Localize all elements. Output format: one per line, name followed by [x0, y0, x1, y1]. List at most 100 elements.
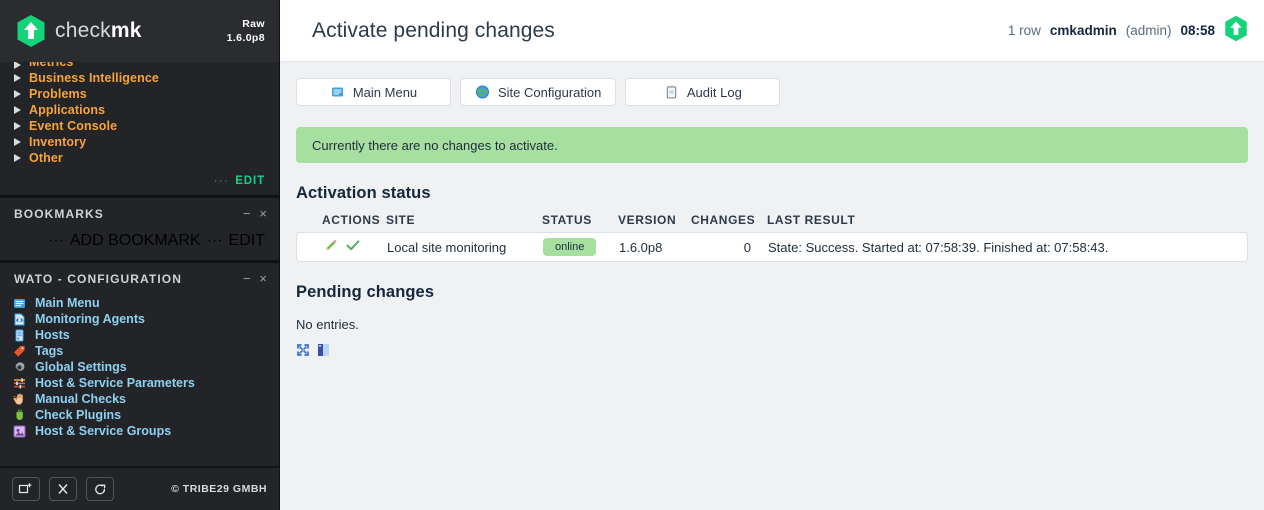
wato-item-label: Global Settings	[35, 360, 127, 374]
table-row[interactable]: Local site monitoring online 1.6.0p8 0 S…	[296, 232, 1248, 262]
row-count-label: 1 row	[1007, 23, 1041, 38]
add-box-icon	[18, 483, 32, 494]
main-area: Activate pending changes 1 row cmkadmin …	[280, 0, 1264, 510]
snapin-wato-controls: − ×	[243, 272, 267, 285]
checkmk-logo[interactable]: checkmk	[16, 14, 142, 48]
triangle-right-icon	[14, 106, 22, 114]
username-label[interactable]: cmkadmin	[1050, 23, 1117, 38]
snapin-wato: WATO - CONFIGURATION − × Main Menu Monit…	[0, 260, 279, 445]
groups-icon	[12, 424, 27, 439]
version-label: 1.6.0p8	[226, 32, 265, 44]
sidebar-item-event-console[interactable]: Event Console	[0, 118, 279, 134]
sidebar-item-label: Applications	[29, 103, 106, 117]
sidebar-item-metrics[interactable]: Metrics	[0, 62, 279, 70]
globe-icon	[475, 84, 490, 100]
tab-label: Site Configuration	[498, 84, 602, 100]
column-layout-icon[interactable]	[317, 343, 330, 362]
dots-separator: ···	[47, 232, 64, 249]
sliders-icon	[12, 376, 27, 391]
cell-version: 1.6.0p8	[619, 239, 663, 255]
wato-item-label: Main Menu	[35, 296, 100, 310]
tab-main-menu[interactable]: Main Menu	[296, 78, 451, 106]
snapin-bookmarks: BOOKMARKS − × ··· ADD BOOKMARK ··· EDIT	[0, 195, 279, 260]
cell-last-result: State: Success. Started at: 07:58:39. Fi…	[768, 239, 1109, 255]
triangle-right-icon	[14, 62, 22, 69]
wato-item-label: Monitoring Agents	[35, 312, 145, 326]
tab-site-configuration[interactable]: Site Configuration	[460, 78, 617, 106]
sidebar-header: checkmk Raw 1.6.0p8	[0, 0, 279, 62]
expand-view-icon[interactable]	[296, 343, 310, 362]
checkmk-hexagon-logo-icon[interactable]	[1224, 15, 1248, 47]
sidebar-footer: © TRIBE29 GMBH	[0, 466, 279, 510]
sidebar-item-label: Inventory	[29, 135, 87, 149]
edit-pencil-icon[interactable]	[323, 238, 338, 256]
minimize-icon[interactable]: −	[243, 272, 251, 285]
sidebar-item-host-service-parameters[interactable]: Host & Service Parameters	[0, 375, 279, 391]
gear-icon	[12, 360, 27, 375]
minimize-icon[interactable]: −	[243, 207, 251, 220]
code-file-icon	[12, 312, 27, 327]
close-snapins-button[interactable]	[49, 477, 77, 501]
sidebar-item-host-service-groups[interactable]: Host & Service Groups	[0, 423, 279, 439]
sidebar-item-inventory[interactable]: Inventory	[0, 134, 279, 150]
sidebar-item-business-intelligence[interactable]: Business Intelligence	[0, 70, 279, 86]
page-content: Main Menu Site Configuration Audit Log C…	[280, 62, 1264, 362]
logout-button[interactable]	[86, 477, 114, 501]
sidebar-item-label: Problems	[29, 87, 87, 101]
wato-item-label: Host & Service Groups	[35, 424, 172, 438]
nav-edit-row: ··· EDIT	[0, 172, 279, 195]
add-snapin-button[interactable]	[12, 477, 40, 501]
edition-label: Raw	[242, 18, 265, 30]
dots-separator: ···	[213, 175, 230, 187]
sidebar-item-global-settings[interactable]: Global Settings	[0, 359, 279, 375]
sidebar-item-problems[interactable]: Problems	[0, 86, 279, 102]
nav-list: Metrics Business Intelligence Problems A…	[0, 62, 279, 172]
sidebar-item-check-plugins[interactable]: Check Plugins	[0, 407, 279, 423]
pending-changes-empty: No entries.	[296, 317, 359, 332]
triangle-right-icon	[14, 74, 22, 82]
tab-label: Audit Log	[686, 84, 742, 100]
sidebar-item-monitoring-agents[interactable]: Monitoring Agents	[0, 311, 279, 327]
header-status-area: 1 row cmkadmin (admin) 08:58	[1008, 15, 1248, 47]
cell-changes: 0	[743, 239, 751, 255]
wato-item-label: Check Plugins	[35, 408, 122, 422]
add-bookmark-link[interactable]: ADD BOOKMARK	[70, 232, 201, 250]
triangle-right-icon	[14, 138, 22, 146]
snapin-bookmarks-title: BOOKMARKS	[14, 207, 104, 221]
app-root: checkmk Raw 1.6.0p8 Metrics Business Int…	[0, 0, 1264, 510]
snapin-wato-title: WATO - CONFIGURATION	[14, 272, 182, 286]
sidebar-item-main-menu[interactable]: Main Menu	[0, 295, 279, 311]
column-header-changes: CHANGES	[691, 213, 756, 227]
activation-status-table: ACTIONS SITE STATUS VERSION CHANGES LAST…	[296, 213, 1248, 262]
server-icon	[12, 328, 27, 343]
triangle-right-icon	[14, 154, 22, 162]
page-title: Activate pending changes	[312, 18, 555, 42]
x-icon	[58, 484, 68, 494]
nav-edit-link[interactable]: EDIT	[235, 175, 265, 187]
checkmk-wordmark: checkmk	[55, 19, 142, 43]
hand-icon	[12, 392, 27, 407]
wato-item-label: Manual Checks	[35, 392, 127, 406]
bookmarks-edit-link[interactable]: EDIT	[229, 232, 265, 250]
bookmarks-actions: ··· ADD BOOKMARK ··· EDIT	[0, 228, 279, 260]
version-info: Raw 1.6.0p8	[227, 17, 265, 45]
triangle-right-icon	[14, 90, 22, 98]
sidebar-item-applications[interactable]: Applications	[0, 102, 279, 118]
close-icon[interactable]: ×	[259, 272, 267, 285]
tab-audit-log[interactable]: Audit Log	[625, 78, 781, 106]
snapin-bookmarks-controls: − ×	[243, 207, 267, 220]
sidebar-item-tags[interactable]: Tags	[0, 343, 279, 359]
column-header-actions: ACTIONS	[322, 213, 381, 227]
wato-item-label: Hosts	[35, 328, 70, 342]
sidebar-item-other[interactable]: Other	[0, 150, 279, 166]
sidebar-item-label: Other	[29, 151, 63, 165]
sidebar-item-hosts[interactable]: Hosts	[0, 327, 279, 343]
sidebar-item-manual-checks[interactable]: Manual Checks	[0, 391, 279, 407]
close-icon[interactable]: ×	[259, 207, 267, 220]
logo-text-mk: mk	[110, 19, 142, 42]
cell-site: Local site monitoring	[387, 239, 507, 255]
tab-label: Main Menu	[352, 84, 418, 100]
check-icon[interactable]	[345, 238, 361, 256]
tab-bar: Main Menu Site Configuration Audit Log	[296, 78, 1248, 106]
sidebar-item-label: Metrics	[29, 62, 74, 69]
